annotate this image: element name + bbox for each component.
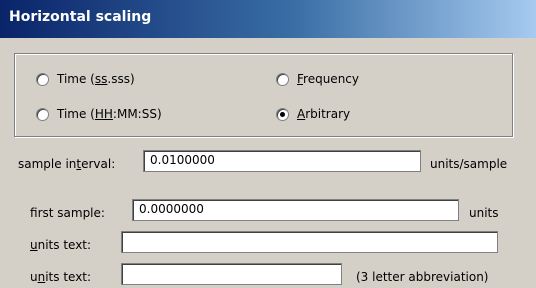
- first-sample-label: first sample:: [30, 206, 105, 220]
- radio-frequency[interactable]: Frequency: [276, 72, 359, 86]
- radio-time-seconds-label: Time (ss.sss): [57, 72, 135, 86]
- time-format-group: Time (ss.sss) Frequency Time (HH:MM:SS) …: [14, 53, 513, 137]
- sample-interval-unit: units/sample: [430, 157, 508, 171]
- first-sample-input[interactable]: 0.0000000: [132, 199, 459, 221]
- radio-time-hhmmss-label: Time (HH:MM:SS): [57, 107, 162, 121]
- dialog-title: Horizontal scaling: [9, 9, 152, 25]
- radio-frequency-label: Frequency: [297, 72, 359, 86]
- first-sample-unit: units: [469, 206, 499, 220]
- units-text-label-2: units text:: [30, 270, 92, 284]
- radio-arbitrary-indicator[interactable]: [276, 107, 289, 121]
- units-text-hint: (3 letter abbreviation): [356, 270, 489, 284]
- radio-time-hhmmss-indicator[interactable]: [36, 107, 49, 121]
- radio-time-seconds-indicator[interactable]: [36, 72, 49, 86]
- units-text-label-1: units text:: [30, 238, 92, 252]
- radio-arbitrary[interactable]: Arbitrary: [276, 107, 350, 121]
- sample-interval-input[interactable]: 0.0100000: [143, 150, 421, 172]
- dialog-title-bar: Horizontal scaling: [0, 0, 536, 38]
- radio-arbitrary-label: Arbitrary: [297, 107, 351, 121]
- sample-interval-label: sample interval:: [18, 157, 116, 171]
- radio-time-seconds[interactable]: Time (ss.sss): [36, 72, 135, 86]
- radio-frequency-indicator[interactable]: [276, 72, 289, 86]
- units-text-input-2[interactable]: [121, 263, 342, 285]
- units-text-input-1[interactable]: [121, 231, 498, 253]
- radio-time-hhmmss[interactable]: Time (HH:MM:SS): [36, 107, 162, 121]
